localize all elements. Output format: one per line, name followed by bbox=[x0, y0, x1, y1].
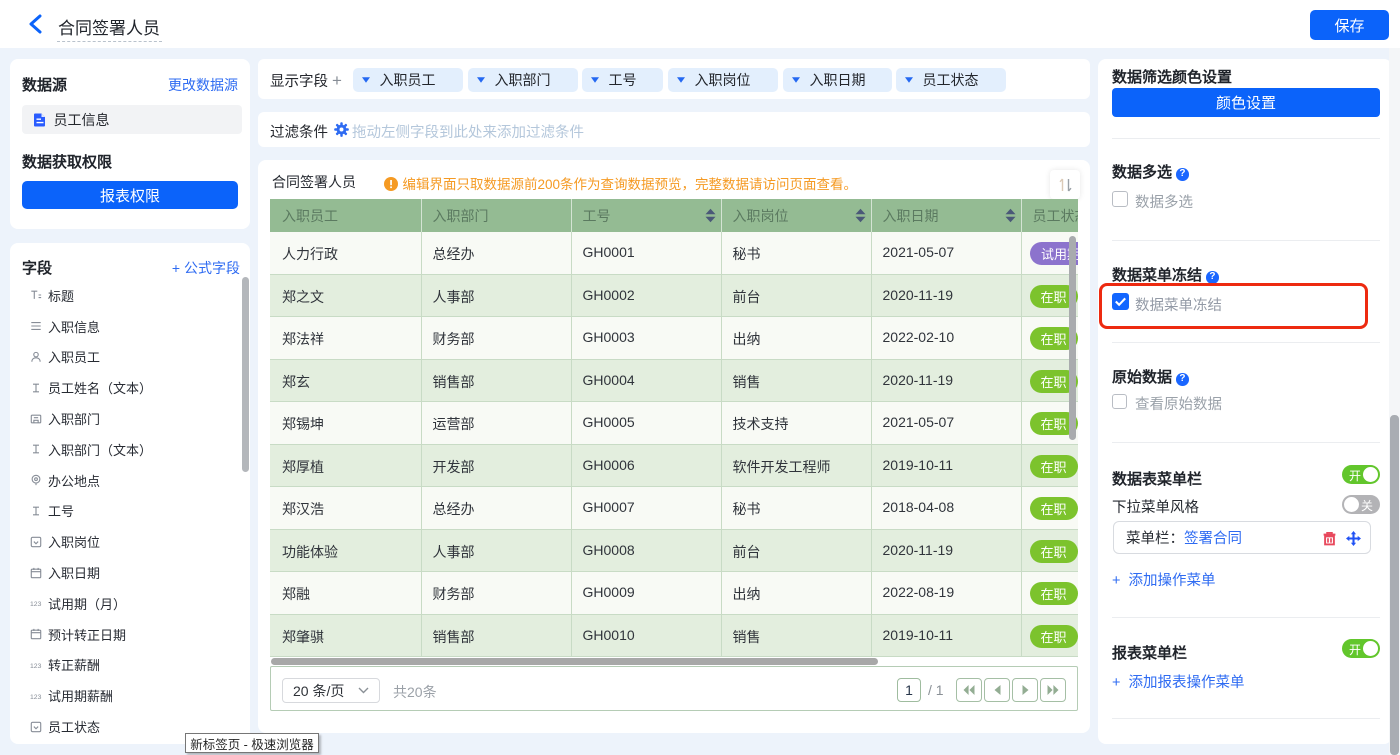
svg-text:123: 123 bbox=[30, 694, 42, 701]
svg-text:123: 123 bbox=[30, 601, 42, 608]
svg-text:123: 123 bbox=[30, 663, 42, 670]
